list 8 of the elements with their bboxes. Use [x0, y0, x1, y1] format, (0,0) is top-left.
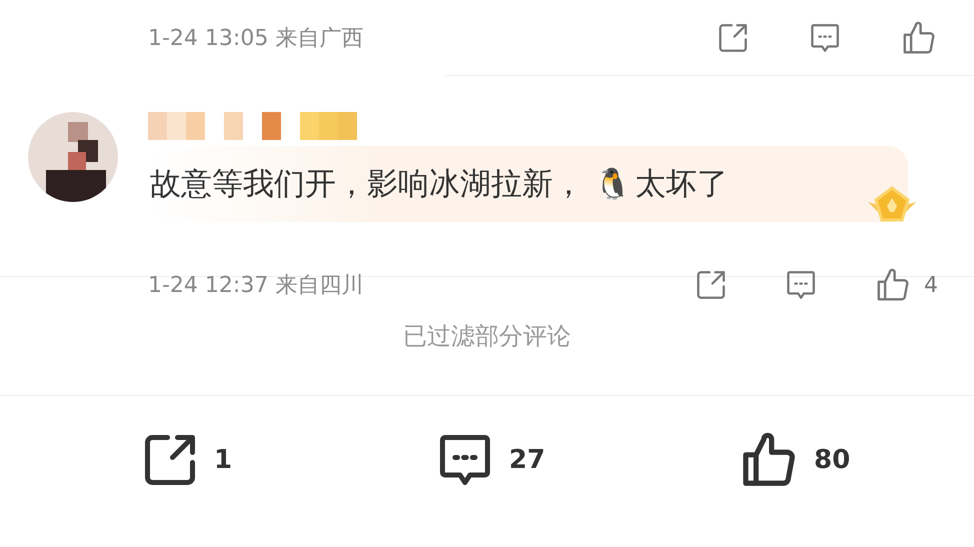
like-count: 80 — [814, 445, 850, 475]
share-count: 1 — [214, 445, 232, 475]
like-count: 4 — [924, 272, 938, 298]
comment-text: 故意等我们开，影响冰湖拉新， 🐧太坏了 — [148, 146, 908, 222]
comment-count: 27 — [509, 445, 546, 475]
comment-time-location: 1-24 12:37 来自四川 — [148, 272, 364, 300]
filtered-comments-notice: 已过滤部分评论 — [403, 321, 571, 352]
comment-time-location: 1-24 13:05 来自广西 — [148, 24, 364, 52]
